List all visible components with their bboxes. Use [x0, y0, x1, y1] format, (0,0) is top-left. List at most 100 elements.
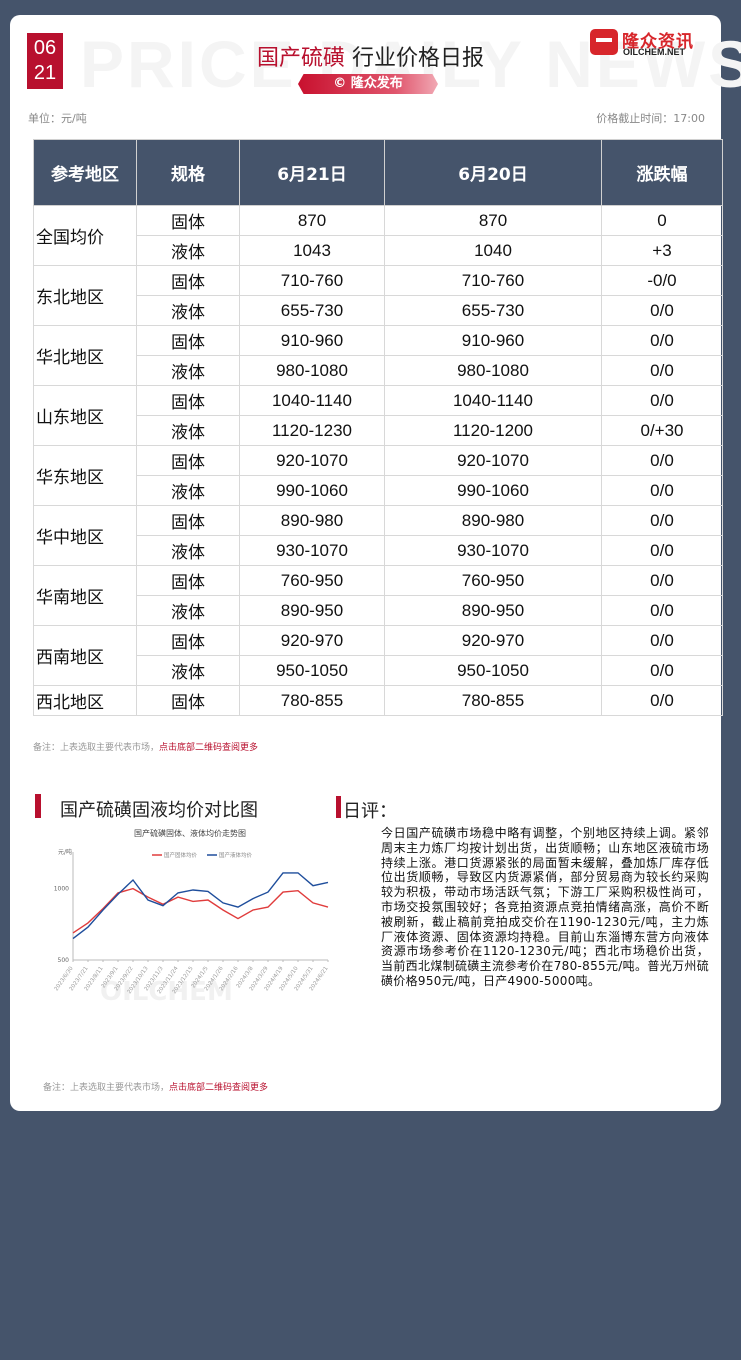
- region-cell: 华北地区: [33, 325, 137, 386]
- change-cell: 0/0: [601, 565, 723, 596]
- y-axis-label: 元/吨: [58, 848, 72, 856]
- change-cell: 0/0: [601, 385, 723, 416]
- prev-price-cell: 870: [384, 205, 602, 236]
- spec-cell: 液体: [136, 235, 240, 266]
- spec-cell: 固体: [136, 325, 240, 356]
- price-trend-chart: 国产硫磺固体、液体均价走势图 元/吨 国产固体均价 国产液体均价 OILCHEM5…: [54, 828, 330, 1007]
- region-cell: 西北地区: [33, 685, 137, 716]
- today-price-cell: 980-1080: [239, 355, 385, 386]
- table-row: 华中地区 固体 890-980 890-980 0/0: [33, 505, 723, 566]
- prev-price-cell: 780-855: [384, 685, 602, 716]
- today-price-cell: 1043: [239, 235, 385, 266]
- table-row: 东北地区 固体 710-760 710-760 -0/0: [33, 265, 723, 326]
- spec-cell: 液体: [136, 475, 240, 506]
- today-price-cell: 930-1070: [239, 535, 385, 566]
- spec-cell: 液体: [136, 535, 240, 566]
- y-tick-label: 1000: [54, 886, 69, 893]
- today-price-cell: 920-1070: [239, 445, 385, 476]
- region-cell: 东北地区: [33, 265, 137, 326]
- table-note: 备注：上表选取主要代表市场，点击底部二维码查阅更多: [33, 740, 258, 753]
- prev-price-cell: 760-950: [384, 565, 602, 596]
- table-row: 液体 990-1060 990-1060 0/0: [34, 475, 723, 506]
- logo-en: OILCHEM.NET: [623, 47, 685, 57]
- chart-title: 国产硫磺固体、液体均价走势图: [134, 828, 246, 838]
- today-price-cell: 1040-1140: [239, 385, 385, 416]
- today-price-cell: 710-760: [239, 265, 385, 296]
- publisher-badge: © 隆众发布: [298, 74, 438, 94]
- today-price-cell: 1120-1230: [239, 415, 385, 446]
- daily-comment: 今日国产硫磺市场稳中略有调整，个别地区持续上调。紧邻周末主力炼厂均按计划出货，出…: [381, 826, 709, 988]
- change-cell: +3: [601, 235, 723, 266]
- table-row: 液体 980-1080 980-1080 0/0: [34, 355, 723, 386]
- table-row: 全国均价 固体 870 870 0: [33, 205, 723, 266]
- change-cell: -0/0: [601, 265, 723, 296]
- note-link[interactable]: 点击底部二维码查阅更多: [169, 1083, 268, 1093]
- chart-note: 备注：上表选取主要代表市场，点击底部二维码查阅更多: [43, 1080, 268, 1093]
- prev-price-cell: 1040-1140: [384, 385, 602, 416]
- cutoff-time: 价格截止时间：17:00: [596, 112, 705, 125]
- prev-price-cell: 1040: [384, 235, 602, 266]
- column-header: 参考地区: [33, 139, 137, 206]
- prev-price-cell: 1120-1200: [384, 415, 602, 446]
- change-cell: 0/0: [601, 475, 723, 506]
- table-row: 西北地区 固体 780-855 780-855 0/0: [33, 685, 723, 716]
- table-row: 华南地区 固体 760-950 760-950 0/0: [33, 565, 723, 626]
- spec-cell: 固体: [136, 625, 240, 656]
- today-price-cell: 950-1050: [239, 655, 385, 686]
- spec-cell: 固体: [136, 205, 240, 236]
- y-tick-label: 500: [58, 957, 70, 964]
- spec-cell: 液体: [136, 595, 240, 626]
- today-price-cell: 890-980: [239, 505, 385, 536]
- prev-price-cell: 980-1080: [384, 355, 602, 386]
- spec-cell: 固体: [136, 385, 240, 416]
- table-row: 山东地区 固体 1040-1140 1040-1140 0/0: [33, 385, 723, 446]
- note-link[interactable]: 点击底部二维码查阅更多: [159, 743, 258, 753]
- region-cell: 华中地区: [33, 505, 137, 566]
- note-text: 备注：上表选取主要代表市场，: [43, 1083, 170, 1093]
- prev-price-cell: 990-1060: [384, 475, 602, 506]
- logo-e-icon: [590, 29, 618, 55]
- prev-price-cell: 930-1070: [384, 535, 602, 566]
- column-header: 规格: [136, 139, 240, 206]
- today-price-cell: 890-950: [239, 595, 385, 626]
- spec-cell: 固体: [136, 505, 240, 536]
- legend-label: 国产固体均价: [164, 851, 198, 859]
- today-price-cell: 760-950: [239, 565, 385, 596]
- series-line-0: [72, 887, 329, 934]
- region-cell: 华南地区: [33, 565, 137, 626]
- spec-cell: 固体: [136, 265, 240, 296]
- prev-price-cell: 890-950: [384, 595, 602, 626]
- table-row: 西南地区 固体 920-970 920-970 0/0: [33, 625, 723, 686]
- change-cell: 0/0: [601, 295, 723, 326]
- prev-price-cell: 655-730: [384, 295, 602, 326]
- change-cell: 0/0: [601, 535, 723, 566]
- prev-price-cell: 950-1050: [384, 655, 602, 686]
- section-bar: [336, 796, 341, 818]
- table-row: 液体 1120-1230 1120-1200 0/+30: [34, 415, 723, 446]
- change-cell: 0/0: [601, 685, 723, 716]
- series-line-1: [72, 872, 329, 940]
- table-row: 华北地区 固体 910-960 910-960 0/0: [33, 325, 723, 386]
- logo[interactable]: 隆众资讯 OILCHEM.NET: [590, 27, 715, 59]
- today-price-cell: 655-730: [239, 295, 385, 326]
- change-cell: 0/0: [601, 325, 723, 356]
- change-cell: 0/0: [601, 625, 723, 656]
- chart-legend: 国产固体均价 国产液体均价: [152, 851, 253, 859]
- today-price-cell: 870: [239, 205, 385, 236]
- table-row: 液体 890-950 890-950 0/0: [34, 595, 723, 626]
- prev-price-cell: 910-960: [384, 325, 602, 356]
- prev-price-cell: 920-970: [384, 625, 602, 656]
- change-cell: 0/+30: [601, 415, 723, 446]
- change-cell: 0/0: [601, 505, 723, 536]
- change-cell: 0/0: [601, 595, 723, 626]
- today-price-cell: 920-970: [239, 625, 385, 656]
- spec-cell: 液体: [136, 655, 240, 686]
- spec-cell: 液体: [136, 415, 240, 446]
- column-header: 涨跌幅: [601, 139, 723, 206]
- today-price-cell: 780-855: [239, 685, 385, 716]
- chart-section-title: 国产硫磺固液均价对比图: [60, 800, 258, 821]
- change-cell: 0: [601, 205, 723, 236]
- today-price-cell: 990-1060: [239, 475, 385, 506]
- column-header: 6月21日: [239, 139, 385, 206]
- change-cell: 0/0: [601, 445, 723, 476]
